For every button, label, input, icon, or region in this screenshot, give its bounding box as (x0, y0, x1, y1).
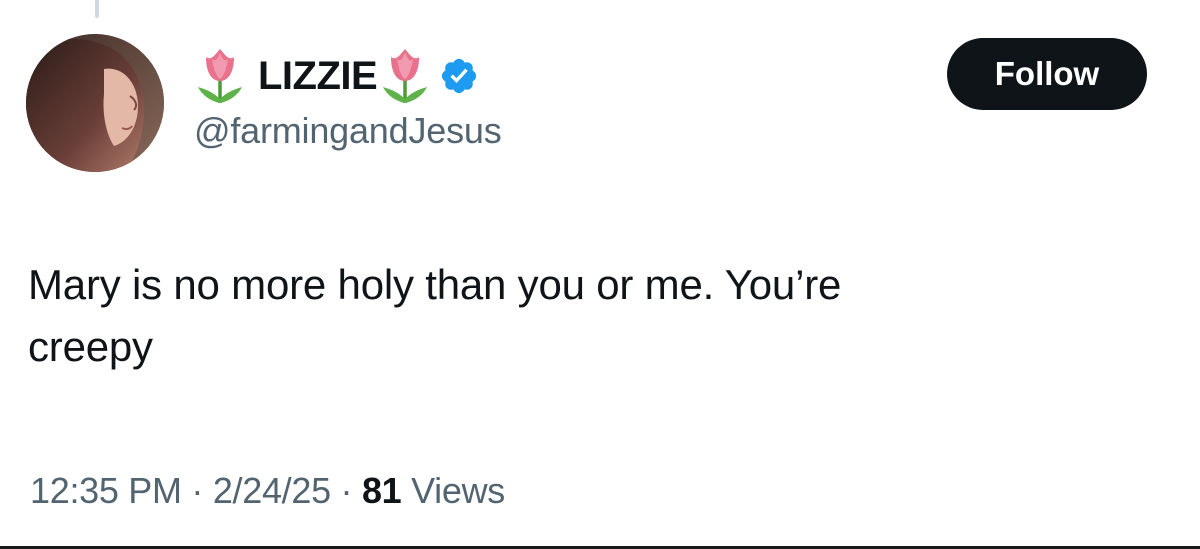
display-name-row[interactable]: LIZZIE (194, 44, 502, 108)
tulip-icon (194, 47, 246, 105)
views-count: 81 (361, 470, 402, 511)
tweet-time[interactable]: 12:35 PM (30, 470, 182, 511)
follow-button[interactable]: Follow (947, 38, 1147, 110)
thread-connector-line (95, 0, 99, 18)
tulip-icon (379, 47, 431, 105)
avatar-image (26, 34, 164, 172)
tweet-date[interactable]: 2/24/25 (213, 470, 331, 511)
author-info: LIZZIE @farmingandJesus (194, 44, 502, 152)
tweet-text: Mary is no more holy than you or me. You… (28, 261, 842, 370)
meta-separator: · (191, 470, 204, 511)
tweet-meta: 12:35 PM · 2/24/25 · 81 Views (30, 470, 505, 512)
display-name[interactable]: LIZZIE (258, 54, 378, 99)
verified-badge-icon[interactable] (439, 56, 479, 96)
views-label: Views (411, 470, 505, 511)
avatar[interactable] (26, 34, 164, 172)
meta-separator: · (340, 470, 353, 511)
user-handle[interactable]: @farmingandJesus (194, 110, 502, 152)
